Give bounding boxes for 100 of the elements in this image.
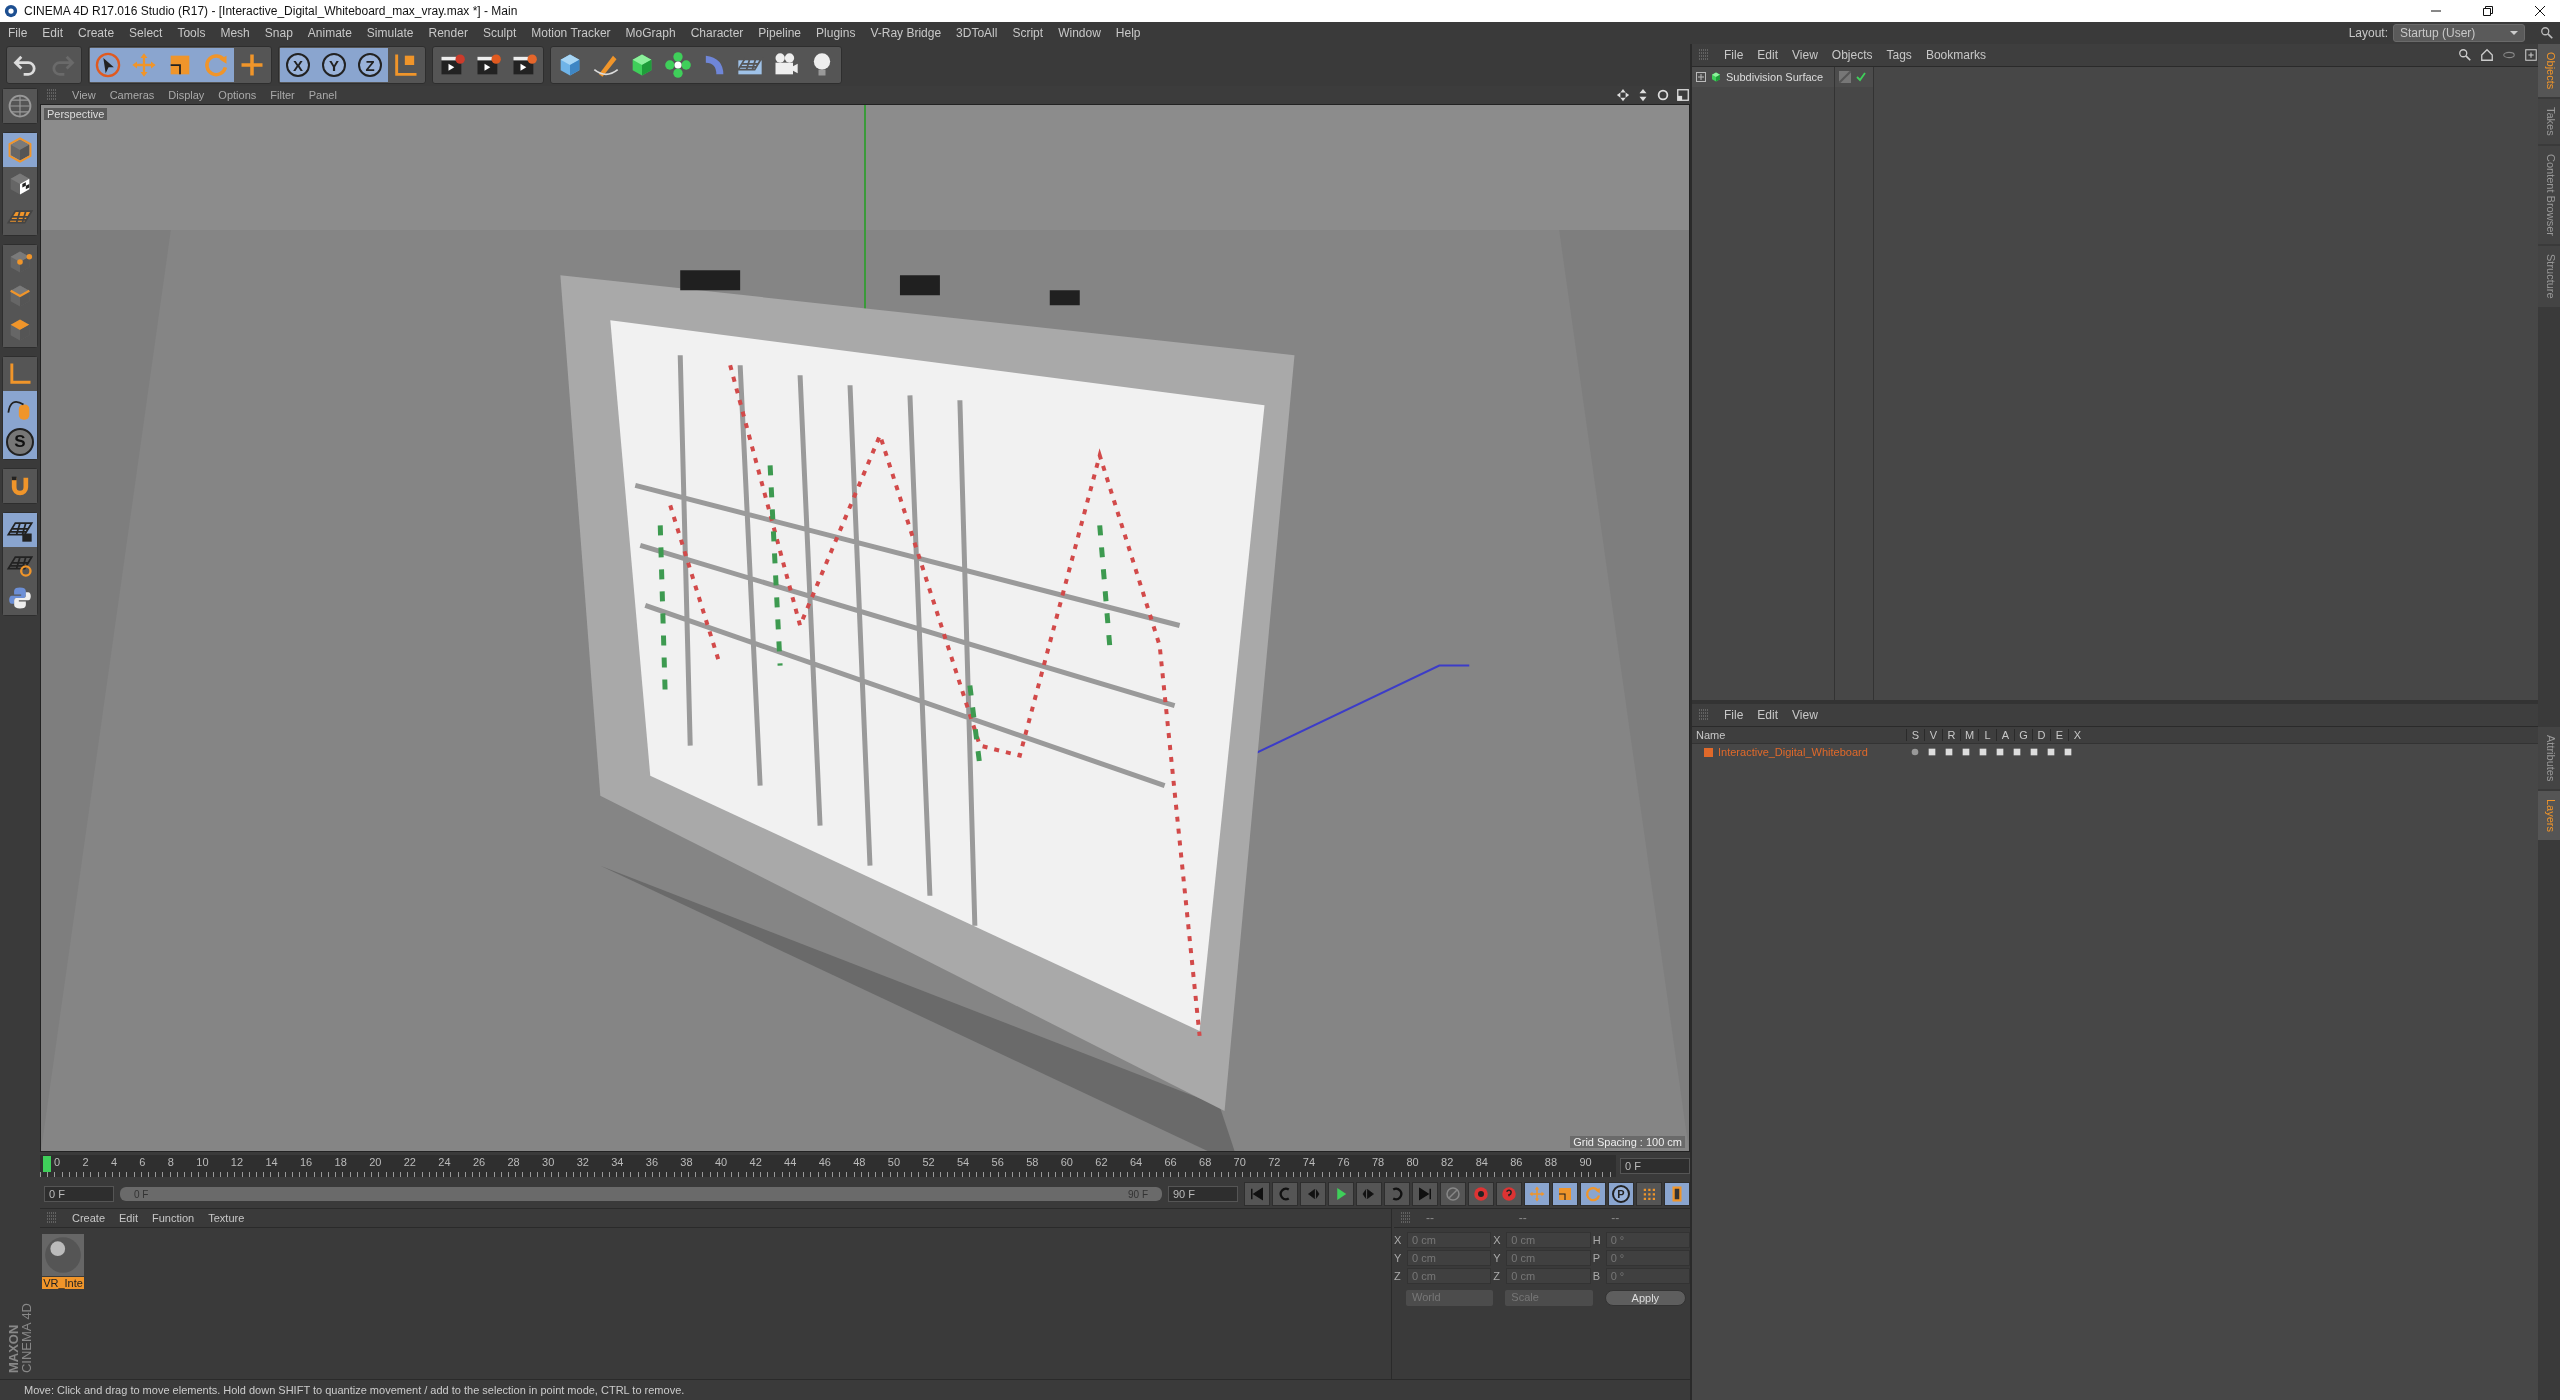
panel-grip-icon[interactable] bbox=[1400, 1212, 1412, 1224]
object-menu-item[interactable]: File bbox=[1724, 48, 1744, 62]
playback-button[interactable] bbox=[1496, 1182, 1522, 1206]
menu-item[interactable]: Window bbox=[1058, 26, 1101, 40]
restore-icon[interactable] bbox=[2482, 5, 2494, 17]
menu-item[interactable]: Help bbox=[1115, 26, 1141, 40]
viewport-menu-item[interactable]: Cameras bbox=[109, 89, 155, 101]
menu-item[interactable]: Edit bbox=[42, 26, 64, 40]
search-icon[interactable] bbox=[2458, 48, 2472, 62]
menu-item[interactable]: Create bbox=[78, 26, 115, 40]
layout-dropdown[interactable]: Startup (User) bbox=[2393, 24, 2525, 42]
frame-number: 32 bbox=[576, 1155, 589, 1170]
playback-button[interactable] bbox=[1524, 1182, 1550, 1206]
material-menu-item[interactable]: Texture bbox=[208, 1212, 245, 1224]
layer-color-swatch[interactable] bbox=[1704, 747, 1713, 757]
viewport-menu-item[interactable]: Panel bbox=[308, 89, 337, 101]
side-tab[interactable]: Content Browser bbox=[2538, 146, 2560, 244]
menu-item[interactable]: Plugins bbox=[816, 26, 856, 40]
menu-item[interactable]: Motion Tracker bbox=[531, 26, 611, 40]
playback-button[interactable] bbox=[1636, 1182, 1662, 1206]
frame-number: 20 bbox=[369, 1155, 382, 1170]
menu-item[interactable]: Simulate bbox=[366, 26, 414, 40]
current-frame-field[interactable]: 0 F bbox=[1620, 1158, 1690, 1174]
material-menu-item[interactable]: Edit bbox=[119, 1212, 138, 1224]
menu-item[interactable]: Mesh bbox=[220, 26, 250, 40]
frame-number: 24 bbox=[438, 1155, 451, 1170]
panel-grip-icon[interactable] bbox=[1698, 49, 1710, 61]
menu-item[interactable]: V-Ray Bridge bbox=[870, 26, 942, 40]
axis-label: Z bbox=[1394, 1270, 1402, 1282]
viewport-menu-item[interactable]: Filter bbox=[270, 89, 295, 101]
menu-item[interactable]: Pipeline bbox=[758, 26, 802, 40]
playback-button[interactable] bbox=[1328, 1182, 1354, 1206]
layer-menu-item[interactable]: View bbox=[1792, 708, 1818, 722]
dot-icon[interactable] bbox=[1909, 747, 1920, 757]
frame-number: 86 bbox=[1510, 1155, 1523, 1170]
object-menu-item[interactable]: View bbox=[1792, 48, 1818, 62]
menu-item[interactable]: MoGraph bbox=[625, 26, 676, 40]
viewport-menu-item[interactable]: Options bbox=[218, 89, 257, 101]
tool-button[interactable]: S bbox=[3, 425, 37, 459]
end-frame-field[interactable]: 90 F bbox=[1168, 1186, 1238, 1202]
menu-item[interactable]: Select bbox=[129, 26, 163, 40]
layer-menu-item[interactable]: Edit bbox=[1757, 708, 1779, 722]
side-tab[interactable]: Takes bbox=[2538, 99, 2560, 145]
rotate-view-icon[interactable] bbox=[1656, 88, 1670, 102]
object-menu-item[interactable]: Objects bbox=[1831, 48, 1873, 62]
expand-icon[interactable] bbox=[1696, 72, 1706, 82]
new-panel-icon[interactable] bbox=[2524, 48, 2538, 62]
apply-button[interactable]: Apply bbox=[1604, 1290, 1686, 1306]
viewport-menu-item[interactable]: View bbox=[72, 89, 96, 101]
material-sphere-icon[interactable] bbox=[42, 1234, 84, 1276]
tool-button[interactable] bbox=[3, 513, 37, 547]
material-menu-item[interactable]: Create bbox=[72, 1212, 106, 1224]
playback-button[interactable] bbox=[1468, 1182, 1494, 1206]
frame-number: 22 bbox=[403, 1155, 416, 1170]
cloner-icon bbox=[664, 51, 692, 79]
tool-button[interactable] bbox=[3, 469, 37, 503]
check-icon[interactable] bbox=[1855, 71, 1867, 83]
menu-item[interactable]: Tools bbox=[177, 26, 206, 40]
timeline-ruler[interactable]: 0 2 4 6 8 10 12 14 16 18 20 22 24 26 28 30 32 34 36 38 40 42 44 46 48 50 52 54 56 58 60 62 64 66 68 70 72 74 76 78 80 82 84 86 88 90 bbox=[40, 1155, 1616, 1177]
menu-item[interactable]: Script bbox=[1012, 26, 1044, 40]
axis-label: Y bbox=[1394, 1252, 1403, 1264]
object-menu-item[interactable]: Bookmarks bbox=[1925, 48, 1986, 62]
menu-item[interactable]: Snap bbox=[264, 26, 293, 40]
home-icon[interactable] bbox=[2480, 48, 2494, 62]
frame-number: 82 bbox=[1441, 1155, 1454, 1170]
caret-icon[interactable] bbox=[2510, 29, 2518, 37]
playback-button[interactable] bbox=[1440, 1182, 1466, 1206]
move-view-icon[interactable] bbox=[1616, 88, 1630, 102]
toolbar-button[interactable]: Y bbox=[316, 48, 352, 82]
menu-item[interactable]: File bbox=[8, 26, 28, 40]
side-tab[interactable]: Attributes bbox=[2538, 726, 2560, 789]
side-tab[interactable]: Structure bbox=[2538, 246, 2560, 307]
object-menu-item[interactable]: Tags bbox=[1886, 48, 1912, 62]
tool-button[interactable] bbox=[3, 133, 37, 167]
close-icon[interactable] bbox=[2534, 5, 2546, 17]
playback-button[interactable]: P bbox=[1608, 1182, 1634, 1206]
panel-grip-icon[interactable] bbox=[46, 1212, 58, 1224]
layer-menu-item[interactable]: File bbox=[1724, 708, 1744, 722]
playback-button[interactable] bbox=[1552, 1182, 1578, 1206]
search-icon[interactable] bbox=[2540, 26, 2554, 40]
material-name[interactable]: VR_Inte bbox=[42, 1277, 84, 1289]
menu-item[interactable]: Render bbox=[428, 26, 468, 40]
viewport-menu-item[interactable]: Display bbox=[168, 89, 205, 101]
toolbar-button[interactable]: Z bbox=[352, 48, 388, 82]
menu-item[interactable]: Animate bbox=[307, 26, 352, 40]
menu-item[interactable]: Sculpt bbox=[482, 26, 517, 40]
panel-grip-icon[interactable] bbox=[1698, 709, 1710, 721]
tool-button[interactable] bbox=[3, 391, 37, 425]
material-menu-item[interactable]: Function bbox=[152, 1212, 195, 1224]
frame-number: 88 bbox=[1544, 1155, 1558, 1170]
start-frame-field[interactable]: 0 F bbox=[44, 1186, 114, 1202]
playback-button[interactable] bbox=[1664, 1182, 1690, 1206]
menu-item[interactable]: Character bbox=[690, 26, 744, 40]
maximize-view-icon[interactable] bbox=[1676, 88, 1690, 102]
object-menu-item[interactable]: Edit bbox=[1757, 48, 1779, 62]
panel-grip-icon[interactable] bbox=[46, 89, 58, 101]
toolbar-button[interactable]: X bbox=[280, 48, 316, 82]
menu-item[interactable]: 3DToAll bbox=[956, 26, 998, 40]
playback-button[interactable] bbox=[1580, 1182, 1606, 1206]
toolbar-button[interactable] bbox=[90, 48, 126, 82]
